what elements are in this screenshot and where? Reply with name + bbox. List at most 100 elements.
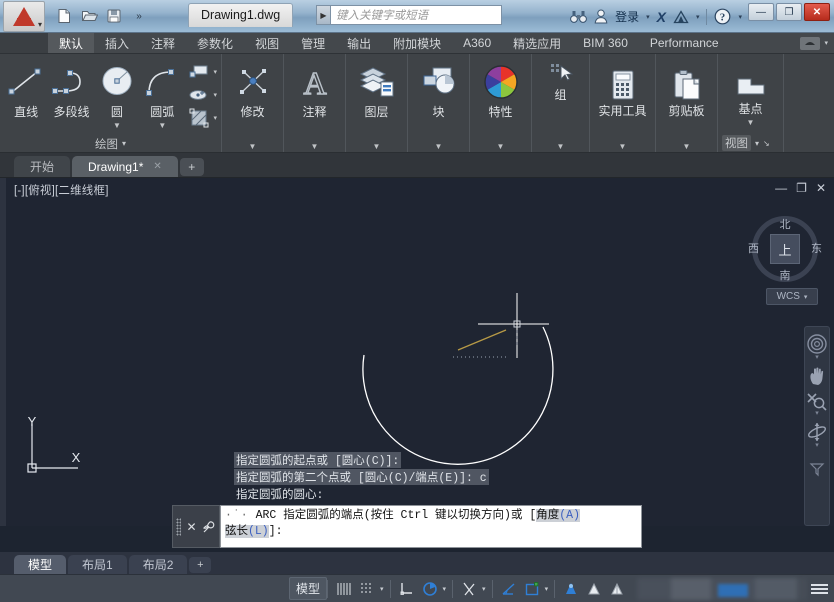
dynamic-ucs-icon[interactable] — [522, 579, 542, 599]
polar-chevron-down-icon[interactable]: ▾ — [443, 585, 447, 593]
status-model-button[interactable]: 模型 — [289, 577, 327, 600]
ucs-icon[interactable] — [499, 579, 519, 599]
tab-view[interactable]: 视图 — [244, 33, 290, 53]
wcs-chevron-down-icon[interactable]: ▾ — [804, 293, 808, 301]
panel-properties-dropdown-caret[interactable]: ▼ — [470, 142, 531, 151]
new-tab-button[interactable]: + — [180, 158, 204, 176]
minimize-button[interactable]: — — [748, 3, 774, 21]
maximize-button[interactable]: ❐ — [776, 3, 802, 21]
command-option-chord-key[interactable]: (L) — [248, 525, 269, 538]
autodesk-chevron-down-icon[interactable]: ▾ — [696, 13, 700, 21]
sign-in-label[interactable]: 登录 — [615, 8, 639, 25]
viewcube-top-face[interactable]: 上 — [770, 234, 800, 264]
basepoint-dropdown-caret[interactable]: ▼ — [747, 119, 755, 127]
tab-performance[interactable]: Performance — [639, 33, 730, 53]
tab-bim360[interactable]: BIM 360 — [572, 33, 639, 53]
tab-default[interactable]: 默认 — [48, 33, 94, 53]
command-option-chord[interactable]: 弦长 — [225, 525, 248, 538]
clipboard-button[interactable]: 剪贴板 — [660, 66, 713, 119]
zoom-button[interactable]: ▾ — [806, 391, 828, 417]
circle-button[interactable]: 圆 ▼ — [95, 59, 139, 130]
hatch-row[interactable]: ▾ — [186, 107, 218, 128]
command-input-area[interactable]: ·˙· ARC 指定圆弧的端点(按住 Ctrl 键以切换方向)或 [角度(A) … — [220, 505, 642, 548]
viewport-close-icon[interactable]: ✕ — [816, 181, 826, 195]
annotation-button[interactable]: A 注释 — [288, 59, 341, 120]
view-cube[interactable]: 北 南 西 东 上 — [746, 210, 824, 288]
hamburger-icon[interactable] — [811, 584, 828, 594]
line-button[interactable]: 直线 — [4, 59, 48, 120]
tab-a360[interactable]: A360 — [452, 33, 502, 53]
zoom-chevron-down-icon[interactable]: ▾ — [815, 411, 819, 417]
panel-view-chevron-down-icon[interactable]: ▾ — [755, 139, 759, 148]
tab-featured-apps[interactable]: 精选应用 — [502, 33, 572, 53]
viewcube-north-label[interactable]: 北 — [746, 216, 824, 232]
layout-tab-model[interactable]: 模型 — [14, 555, 66, 574]
annotation-scale-add-icon[interactable] — [584, 579, 604, 599]
viewcube-west-label[interactable]: 西 — [748, 240, 759, 256]
user-account-icon[interactable] — [594, 7, 608, 27]
exchange-app-icon[interactable]: X — [657, 9, 666, 25]
tab-annotate[interactable]: 注释 — [140, 33, 186, 53]
rectangle-chevron-down-icon[interactable]: ▾ — [214, 68, 218, 76]
help-icon[interactable]: ? — [714, 7, 731, 27]
show-motion-button[interactable] — [806, 461, 828, 477]
tab-parametric[interactable]: 参数化 — [186, 33, 244, 53]
panel-draw-chevron-down-icon[interactable]: ▾ — [122, 139, 126, 148]
properties-button[interactable]: 特性 — [474, 59, 527, 120]
ucs-chevron-down-icon[interactable]: ▾ — [545, 585, 549, 593]
search-input[interactable]: 键入关键字或短语 — [330, 5, 502, 25]
close-icon[interactable]: ✕ — [153, 161, 161, 172]
pan-button[interactable] — [806, 365, 828, 387]
tab-insert[interactable]: 插入 — [94, 33, 140, 53]
tab-manage[interactable]: 管理 — [290, 33, 336, 53]
drag-handle-icon[interactable] — [176, 518, 181, 536]
object-snap-icon[interactable] — [459, 579, 479, 599]
annotation-scale-icon[interactable] — [607, 579, 627, 599]
grid-display-icon[interactable] — [334, 579, 354, 599]
group-button[interactable]: 组 — [536, 59, 585, 103]
panel-layer-dropdown-caret[interactable]: ▼ — [346, 142, 407, 151]
panel-utilities-dropdown-caret[interactable]: ▼ — [590, 142, 655, 151]
basepoint-button[interactable]: 基点 ▼ — [722, 70, 779, 127]
steering-wheel-chevron-down-icon[interactable]: ▾ — [815, 355, 819, 361]
snap-chevron-down-icon[interactable]: ▾ — [380, 585, 384, 593]
command-close-icon[interactable]: ✕ — [186, 520, 196, 534]
viewport-minimize-icon[interactable]: — — [775, 181, 787, 195]
new-layout-button[interactable]: + — [189, 557, 211, 573]
open-file-button[interactable] — [78, 5, 100, 27]
quick-access-more-button[interactable]: » — [128, 5, 150, 27]
viewcube-south-label[interactable]: 南 — [746, 267, 824, 283]
polar-tracking-icon[interactable] — [420, 579, 440, 599]
signin-chevron-down-icon[interactable]: ▾ — [646, 13, 650, 21]
snap-mode-icon[interactable] — [357, 579, 377, 599]
save-file-button[interactable] — [103, 5, 125, 27]
polyline-button[interactable]: 多段线 — [49, 59, 93, 120]
utilities-button[interactable]: 实用工具 — [594, 66, 651, 119]
annotation-visibility-icon[interactable] — [561, 579, 581, 599]
tab-output[interactable]: 输出 — [336, 33, 382, 53]
viewcube-east-label[interactable]: 东 — [811, 240, 822, 256]
file-tab-drawing1[interactable]: Drawing1* ✕ — [72, 156, 178, 177]
ellipse-chevron-down-icon[interactable]: ▾ — [214, 91, 218, 99]
modify-button[interactable]: 修改 — [226, 59, 279, 120]
layer-button[interactable]: 图层 — [350, 59, 403, 120]
file-tab-start[interactable]: 开始 — [14, 156, 70, 177]
command-option-angle-key[interactable]: (A) — [559, 509, 580, 522]
layout-tab-layout1[interactable]: 布局1 — [68, 555, 127, 574]
block-button[interactable]: 块 — [412, 59, 465, 120]
command-line-grip[interactable]: ✕ — [172, 505, 220, 548]
search-dropdown-arrow[interactable]: ▶ — [316, 5, 330, 25]
orbit-button[interactable]: ▾ — [806, 421, 828, 449]
panel-view-expand-icon[interactable]: ↘ — [763, 139, 770, 148]
new-file-button[interactable] — [53, 5, 75, 27]
panel-clipboard-dropdown-caret[interactable]: ▼ — [656, 142, 717, 151]
arc-dropdown-caret[interactable]: ▼ — [158, 122, 166, 130]
wcs-selector[interactable]: WCS ▾ — [766, 288, 818, 305]
autodesk-triangle-icon[interactable] — [673, 7, 689, 27]
orbit-chevron-down-icon[interactable]: ▾ — [815, 443, 819, 449]
layout-tab-layout2[interactable]: 布局2 — [129, 555, 188, 574]
panel-group-dropdown-caret[interactable]: ▼ — [532, 142, 589, 151]
tab-addins[interactable]: 附加模块 — [382, 33, 452, 53]
circle-dropdown-caret[interactable]: ▼ — [113, 122, 121, 130]
panel-modify-dropdown-caret[interactable]: ▼ — [222, 142, 283, 151]
